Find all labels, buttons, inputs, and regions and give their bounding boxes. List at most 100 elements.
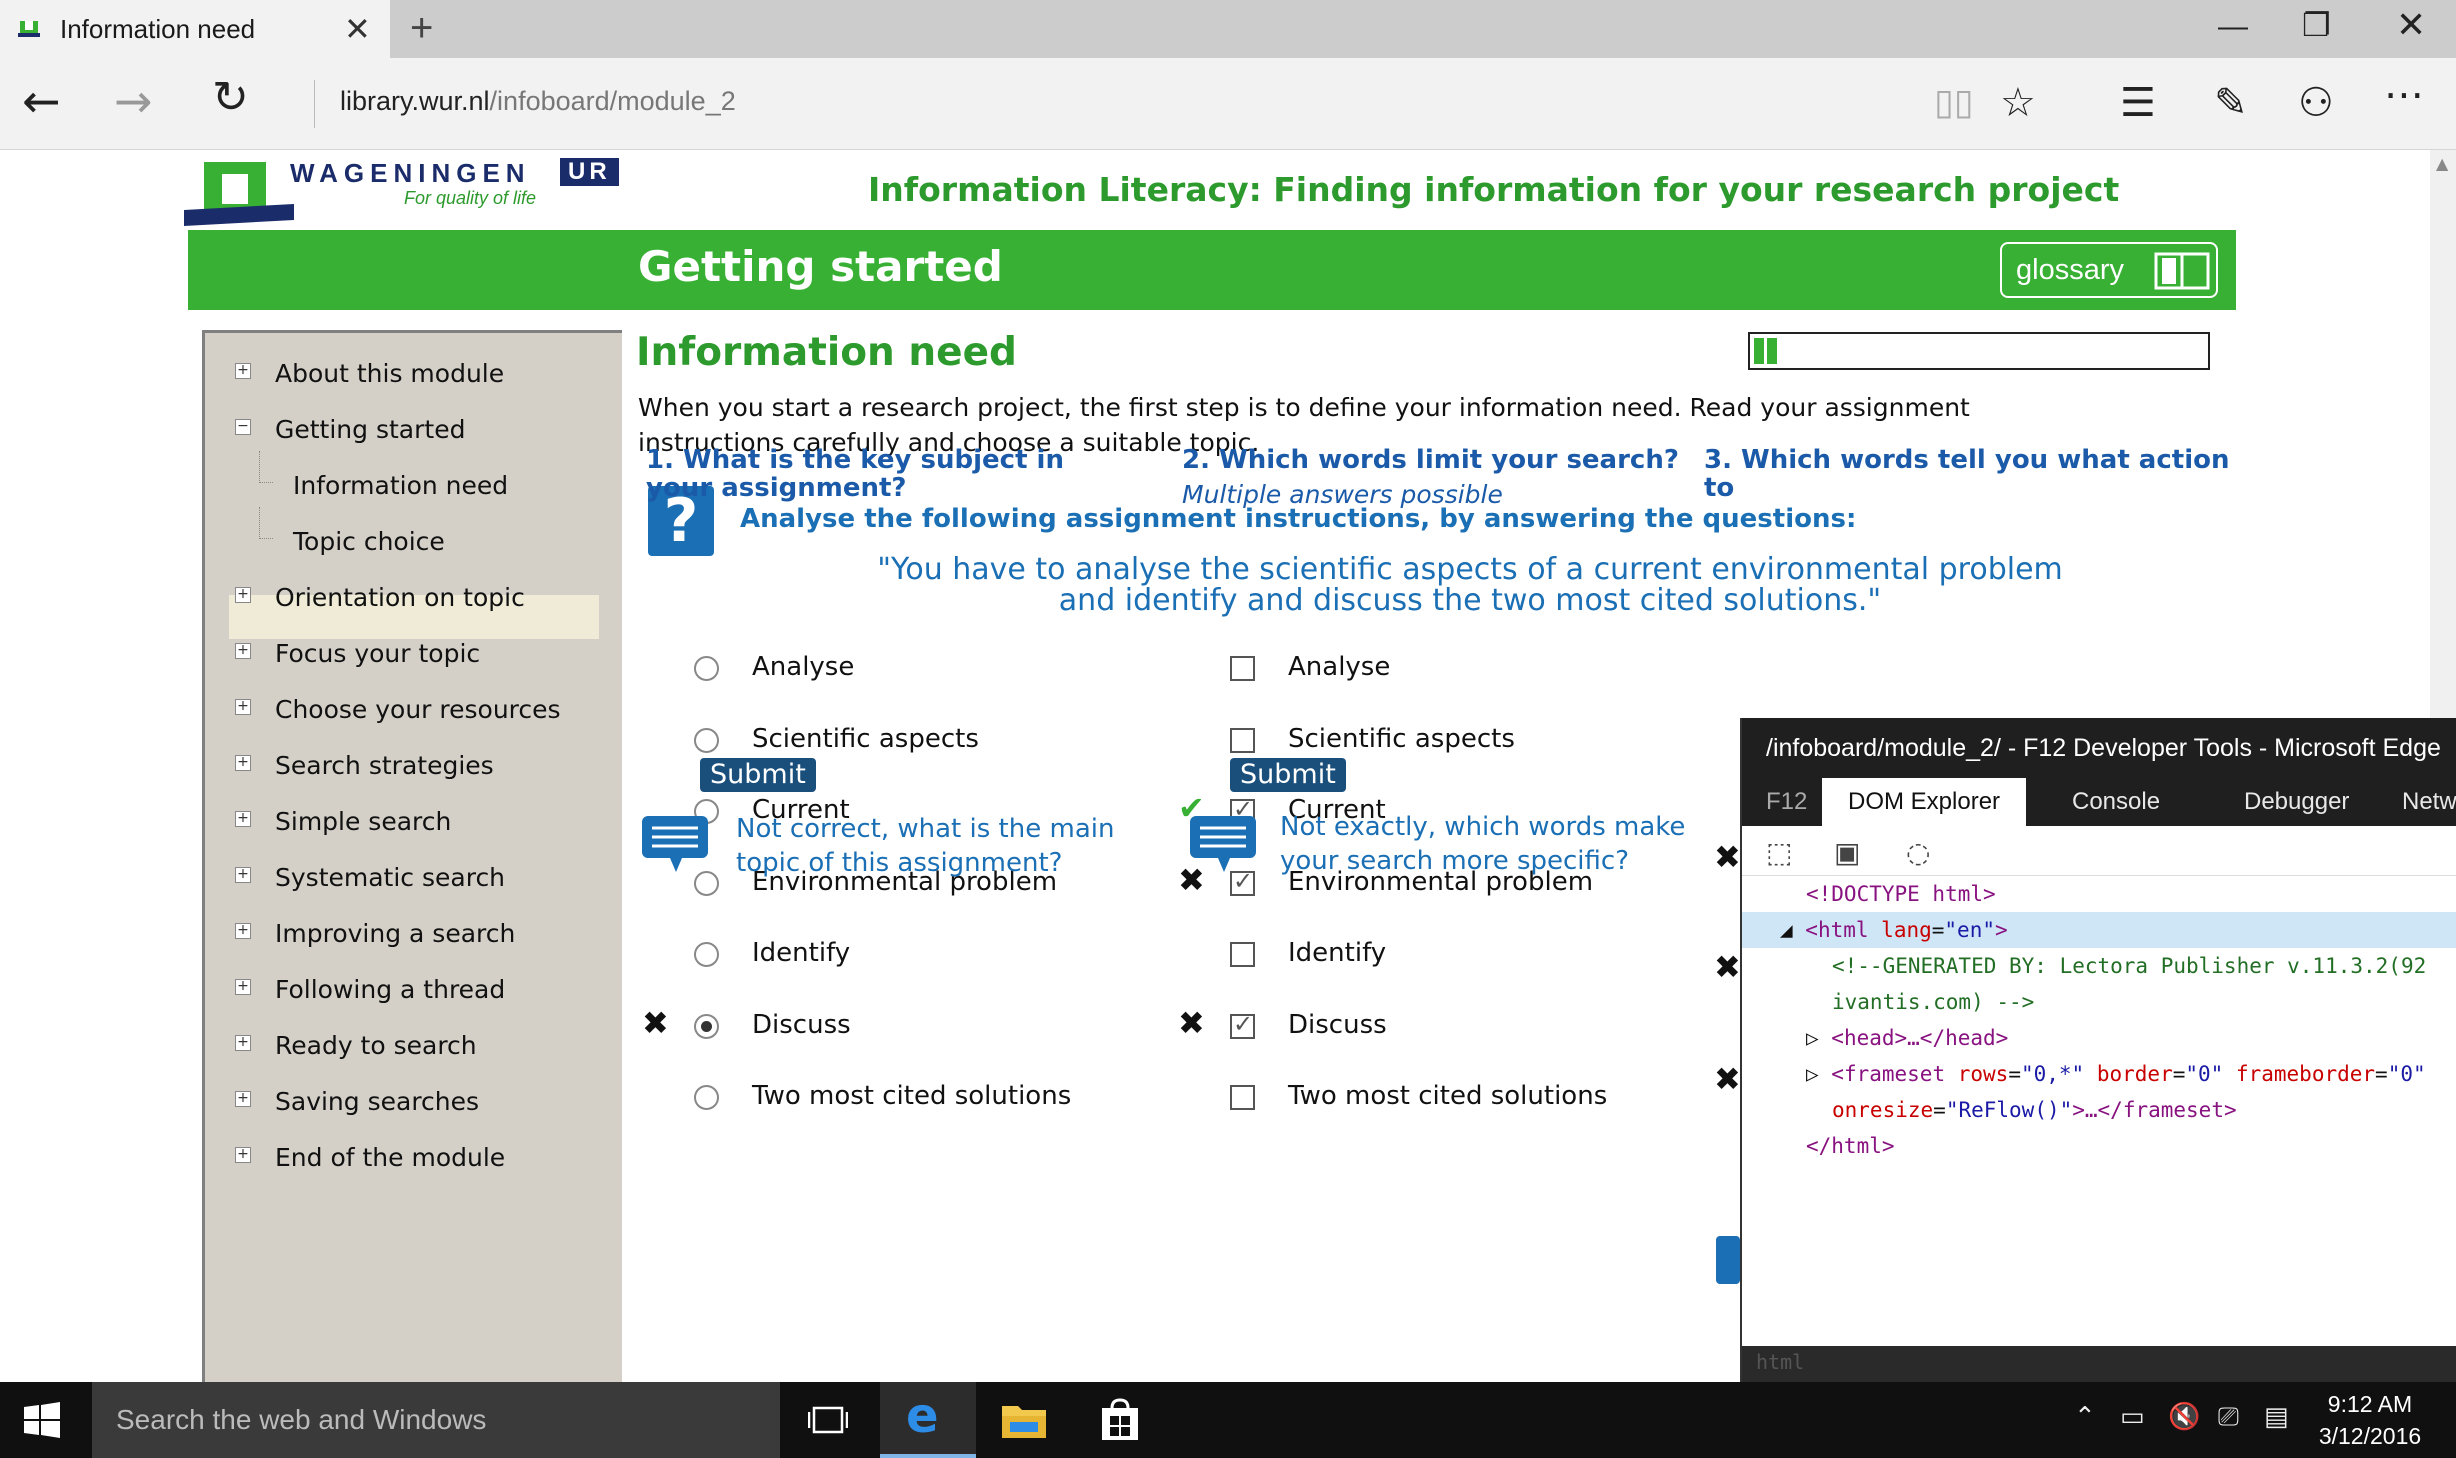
dom-node-head[interactable]: ▷ <head>…</head> bbox=[1742, 1020, 2456, 1056]
windows-start-icon[interactable] bbox=[24, 1402, 60, 1438]
expand-icon[interactable]: + bbox=[235, 363, 251, 379]
question-2-subheading: Multiple answers possible bbox=[1182, 480, 1503, 509]
expand-icon[interactable]: + bbox=[235, 755, 251, 771]
radio-button[interactable] bbox=[694, 727, 719, 753]
intro-line-1: When you start a research project, the f… bbox=[638, 393, 1970, 422]
sidebar-item-label: Simple search bbox=[275, 807, 452, 836]
dom-tree: <!DOCTYPE html> ◢ <html lang="en"> <!--G… bbox=[1742, 876, 2456, 1336]
expand-icon[interactable]: + bbox=[235, 643, 251, 659]
devtools-breadcrumb-bar: html bbox=[1742, 1346, 2456, 1382]
checkmark-icon: ✓ bbox=[1233, 1009, 1254, 1038]
network-icon[interactable]: ⎚ bbox=[2218, 1402, 2239, 1433]
taskbar-search-box[interactable]: Search the web and Windows bbox=[92, 1382, 780, 1458]
web-note-icon[interactable]: ✎ bbox=[2214, 80, 2248, 126]
address-bar[interactable]: library.wur.nl/infoboard/module_2 bbox=[340, 86, 736, 117]
edge-taskbar-button[interactable]: e bbox=[880, 1382, 976, 1458]
back-icon[interactable]: ← bbox=[22, 74, 61, 128]
refresh-icon[interactable]: ↻ bbox=[212, 72, 249, 123]
question-2-submit-button[interactable]: Submit bbox=[1230, 758, 1346, 792]
clock-date: 3/12/2016 bbox=[2318, 1423, 2422, 1449]
devtools-title-bar[interactable]: /infoboard/module_2/ - F12 Developer Too… bbox=[1742, 718, 2456, 778]
expand-icon[interactable]: + bbox=[235, 867, 251, 883]
sidebar-item-label: Ready to search bbox=[275, 1031, 477, 1060]
store-taskbar-button[interactable] bbox=[1072, 1382, 1168, 1458]
option-label: Identify bbox=[1288, 938, 1387, 968]
breadcrumb[interactable]: html bbox=[1756, 1350, 1804, 1374]
radio-button[interactable] bbox=[694, 1085, 719, 1110]
new-tab-icon[interactable]: + bbox=[410, 6, 433, 51]
share-icon[interactable]: ⚇ bbox=[2298, 80, 2334, 126]
dom-node-frameset[interactable]: ▷ <frameset rows="0,*" border="0" frameb… bbox=[1742, 1056, 2456, 1092]
devtools-tab-f12[interactable]: F12 bbox=[1766, 788, 1807, 816]
action-center-icon[interactable]: ▤ bbox=[2264, 1402, 2289, 1432]
wur-favicon-icon bbox=[18, 21, 40, 37]
expand-icon[interactable]: + bbox=[235, 1091, 251, 1107]
checkbox[interactable] bbox=[1230, 1085, 1255, 1110]
more-icon[interactable]: ⋯ bbox=[2384, 72, 2424, 118]
onresize-val: "ReFlow()" bbox=[1945, 1098, 2073, 1122]
checkbox[interactable]: ✓ bbox=[1230, 1010, 1255, 1039]
dom-node-comment[interactable]: <!--GENERATED BY: Lectora Publisher v.11… bbox=[1742, 948, 2456, 984]
expand-icon[interactable]: + bbox=[235, 979, 251, 995]
close-window-icon[interactable]: ✕ bbox=[2396, 4, 2426, 46]
hub-icon[interactable]: ☰ bbox=[2120, 80, 2156, 126]
frameset-close: >…</frameset> bbox=[2072, 1098, 2237, 1122]
checkbox[interactable] bbox=[1230, 656, 1255, 681]
option-label: Identify bbox=[752, 938, 851, 968]
question-1-feedback-line-2: topic of this assignment? bbox=[736, 848, 1063, 878]
expand-icon[interactable]: + bbox=[235, 1147, 251, 1163]
url-path: /infoboard/module_2 bbox=[489, 86, 736, 116]
forward-icon[interactable]: → bbox=[114, 74, 153, 128]
expand-icon[interactable]: + bbox=[235, 923, 251, 939]
checkbox[interactable] bbox=[1230, 727, 1255, 753]
devtools-tab-debugger[interactable]: Debugger bbox=[2244, 788, 2349, 816]
question-1-submit-button[interactable]: Submit bbox=[700, 758, 816, 792]
radio-button[interactable] bbox=[694, 1013, 719, 1039]
volume-muted-icon[interactable]: 🔇 bbox=[2168, 1402, 2200, 1432]
browser-toolbar: ← → ↻ library.wur.nl/infoboard/module_2 … bbox=[0, 58, 2456, 150]
devtools-tab-dom-explorer[interactable]: DOM Explorer bbox=[1848, 788, 2000, 816]
select-element-icon[interactable]: ⬚ bbox=[1766, 836, 1792, 869]
option-label: Scientific aspects bbox=[752, 723, 979, 754]
sidebar-item-label: Improving a search bbox=[275, 919, 516, 948]
screen: Information need ✕ + — ❐ ✕ ← → ↻ library… bbox=[0, 0, 2456, 1458]
battery-icon[interactable]: ▭ bbox=[2120, 1402, 2145, 1432]
clock-time: 9:12 AM bbox=[2327, 1391, 2413, 1417]
sidebar-item-label: Choose your resources bbox=[275, 695, 561, 724]
radio-button[interactable] bbox=[694, 942, 719, 967]
sidebar-item-label: About this module bbox=[275, 359, 505, 388]
progress-bar bbox=[1748, 332, 2210, 370]
expand-icon[interactable]: + bbox=[235, 699, 251, 715]
radio-button[interactable] bbox=[694, 656, 719, 681]
favorite-star-icon[interactable]: ☆ bbox=[2000, 80, 2036, 126]
browser-tab[interactable]: Information need ✕ bbox=[0, 0, 390, 58]
quote-line-1: "You have to analyse the scientific aspe… bbox=[877, 552, 2063, 587]
task-view-button[interactable] bbox=[780, 1382, 876, 1458]
devtools-tab-console[interactable]: Console bbox=[2072, 788, 2160, 816]
scroll-up-icon[interactable]: ▲ bbox=[2436, 154, 2448, 173]
restore-icon[interactable]: ❐ bbox=[2302, 6, 2331, 44]
reading-view-icon[interactable]: ▯▯ bbox=[1934, 82, 1974, 123]
layout-icon[interactable]: ◌ bbox=[1906, 836, 1930, 869]
highlight-element-icon[interactable]: ▣ bbox=[1834, 836, 1860, 869]
feedback-speech-icon bbox=[642, 816, 708, 872]
checkbox[interactable] bbox=[1230, 942, 1255, 967]
file-explorer-taskbar-button[interactable] bbox=[976, 1382, 1072, 1458]
devtools-tab-network[interactable]: Netw bbox=[2402, 788, 2456, 816]
minimize-icon[interactable]: — bbox=[2218, 10, 2248, 44]
dom-node-html[interactable]: ◢ <html lang="en"> bbox=[1742, 912, 2456, 948]
collapse-icon[interactable]: − bbox=[235, 419, 251, 435]
expand-icon[interactable]: + bbox=[235, 587, 251, 603]
page-title: Information need bbox=[636, 330, 1017, 375]
f12-developer-tools-window: /infoboard/module_2/ - F12 Developer Too… bbox=[1740, 718, 2456, 1382]
question-2-feedback-line-2: your search more specific? bbox=[1280, 846, 1630, 876]
sidebar-item-label: Saving searches bbox=[275, 1087, 480, 1116]
frameborder-val: "0" bbox=[2387, 1062, 2426, 1086]
glossary-button[interactable]: glossary bbox=[2000, 242, 2218, 298]
show-hidden-icons-icon[interactable]: ⌃ bbox=[2074, 1402, 2096, 1432]
expand-icon[interactable]: + bbox=[235, 1035, 251, 1051]
dom-node-doctype[interactable]: <!DOCTYPE html> bbox=[1742, 876, 2456, 912]
close-tab-icon[interactable]: ✕ bbox=[344, 10, 371, 48]
expand-icon[interactable]: + bbox=[235, 811, 251, 827]
taskbar-clock[interactable]: 9:12 AM 3/12/2016 bbox=[2300, 1388, 2440, 1452]
